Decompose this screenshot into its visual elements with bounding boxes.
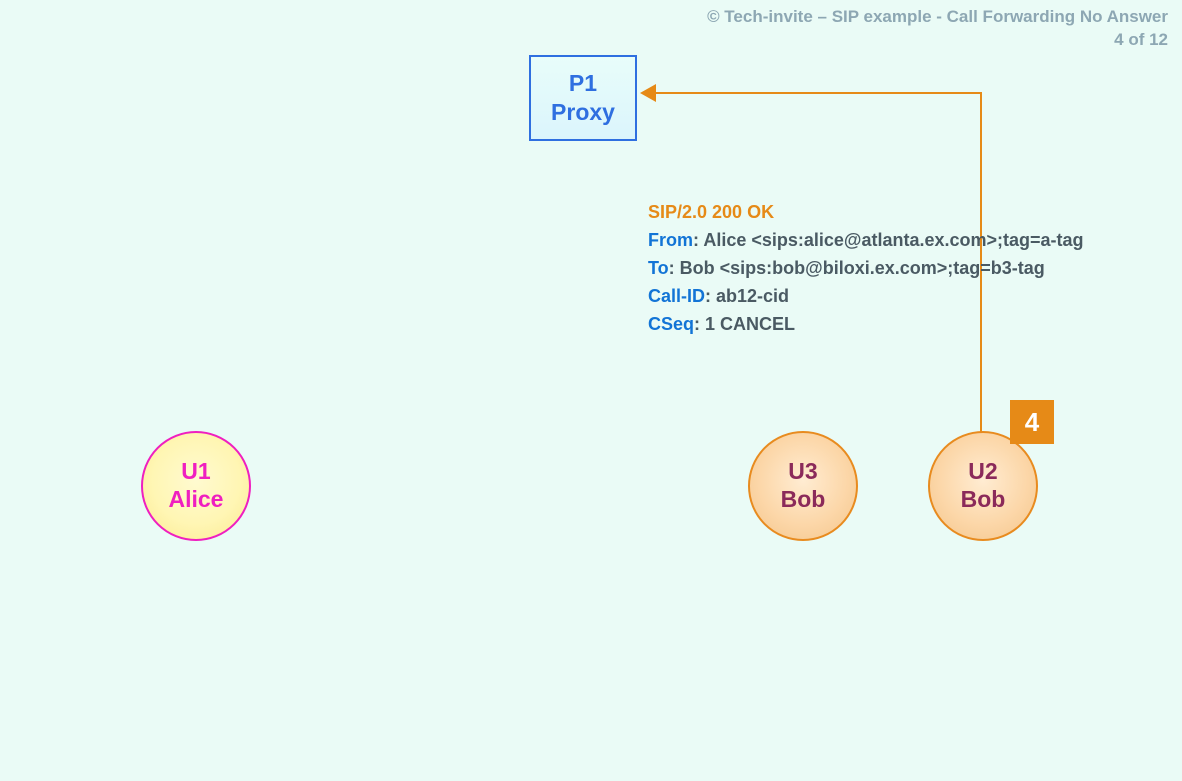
node-u3-id: U3 [788,458,817,486]
sip-to-key: To [648,258,669,278]
header-title: © Tech-invite – SIP example - Call Forwa… [707,6,1168,29]
node-u1-id: U1 [181,458,210,486]
proxy-id: P1 [569,69,597,98]
sip-status-line: SIP/2.0 200 OK [648,199,1084,227]
sip-from-val: : Alice <sips:alice@atlanta.ex.com>;tag=… [693,230,1084,250]
sip-callid-val: : ab12-cid [705,286,789,306]
sip-to-val: : Bob <sips:bob@biloxi.ex.com>;tag=b3-ta… [669,258,1045,278]
diagram-header: © Tech-invite – SIP example - Call Forwa… [707,6,1168,52]
sip-from-key: From [648,230,693,250]
message-arrow-horizontal [654,92,982,94]
node-p1-proxy: P1 Proxy [529,55,637,141]
sip-cseq-line: CSeq: 1 CANCEL [648,311,1084,339]
sip-callid-line: Call-ID: ab12-cid [648,283,1084,311]
node-u2-name: Bob [961,486,1006,514]
sip-to-line: To: Bob <sips:bob@biloxi.ex.com>;tag=b3-… [648,255,1084,283]
node-u3-bob: U3 Bob [748,431,858,541]
node-u2-id: U2 [968,458,997,486]
step-number: 4 [1025,407,1039,438]
node-u1-alice: U1 Alice [141,431,251,541]
sip-message-block: SIP/2.0 200 OK From: Alice <sips:alice@a… [648,199,1084,338]
sip-callid-key: Call-ID [648,286,705,306]
proxy-label: Proxy [551,98,615,127]
message-arrow-head-icon [640,84,656,102]
sip-from-line: From: Alice <sips:alice@atlanta.ex.com>;… [648,227,1084,255]
node-u3-name: Bob [781,486,826,514]
node-u1-name: Alice [169,486,224,514]
header-page-count: 4 of 12 [707,29,1168,52]
step-number-badge: 4 [1010,400,1054,444]
sip-cseq-val: : 1 CANCEL [694,314,795,334]
sip-cseq-key: CSeq [648,314,694,334]
node-u2-bob: U2 Bob [928,431,1038,541]
